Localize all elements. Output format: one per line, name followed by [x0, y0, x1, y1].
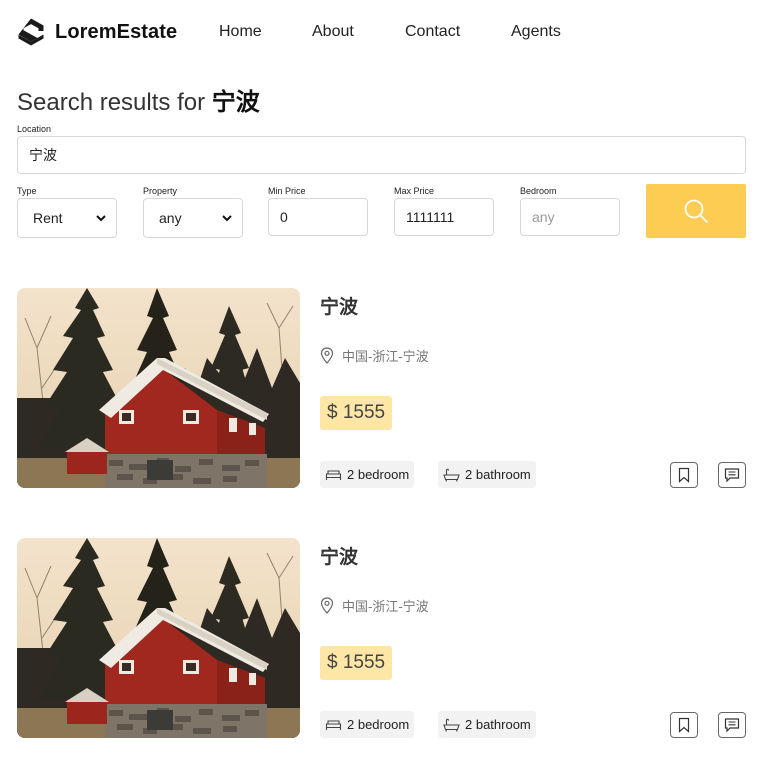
type-select[interactable]: Rent — [17, 198, 117, 238]
site-header: LoremEstate Home About Contact Agents — [0, 0, 765, 64]
type-label: Type — [17, 186, 37, 196]
bookmark-icon — [678, 467, 690, 483]
chevron-down-icon — [96, 215, 106, 222]
max-price-label: Max Price — [394, 186, 435, 196]
bedroom-count: 2 bedroom — [347, 467, 410, 482]
search-button[interactable] — [646, 184, 746, 238]
location-label: Location — [17, 124, 52, 134]
red-house-photo — [17, 288, 300, 488]
bathtub-icon — [443, 468, 460, 482]
min-price-input[interactable] — [268, 198, 368, 236]
price-badge: $ 1555 — [320, 396, 393, 430]
bathtub-icon — [443, 718, 460, 732]
listing-location-text: 中国-浙江-宁波 — [342, 599, 429, 614]
listing-title[interactable]: 宁波 — [320, 292, 358, 319]
nav-about[interactable]: About — [312, 23, 354, 41]
map-pin-icon — [320, 347, 334, 364]
title-query: 宁波 — [211, 89, 260, 116]
hexagon-s-logo-icon — [18, 18, 44, 46]
bathroom-count: 2 bathroom — [465, 467, 531, 482]
bed-icon — [325, 719, 342, 730]
brand-logo[interactable]: LoremEstate — [16, 16, 177, 48]
message-button[interactable] — [718, 462, 746, 488]
listing-location: 中国-浙江-宁波 — [320, 346, 429, 365]
nav-contact[interactable]: Contact — [405, 23, 460, 41]
chevron-down-icon — [222, 215, 232, 222]
title-prefix: Search results for — [17, 89, 212, 116]
listing-photo[interactable] — [17, 538, 300, 738]
listing-location: 中国-浙江-宁波 — [320, 596, 429, 615]
bathroom-feature: 2 bathroom — [438, 461, 536, 488]
max-price-input[interactable] — [394, 198, 494, 236]
listing-photo[interactable] — [17, 288, 300, 488]
map-pin-icon — [320, 597, 334, 614]
message-button[interactable] — [718, 712, 746, 738]
bedroom-count: 2 bedroom — [347, 717, 410, 732]
nav-home[interactable]: Home — [219, 23, 262, 41]
bedroom-feature: 2 bedroom — [320, 461, 415, 488]
bathroom-feature: 2 bathroom — [438, 711, 536, 738]
min-price-label: Min Price — [268, 186, 306, 196]
bedroom-input[interactable] — [520, 198, 620, 236]
listing-title[interactable]: 宁波 — [320, 542, 358, 569]
bed-icon — [325, 469, 342, 480]
page-title: Search results for 宁波 — [17, 82, 260, 117]
message-icon — [724, 718, 740, 733]
property-label: Property — [143, 186, 178, 196]
brand-name: LoremEstate — [55, 20, 178, 43]
property-select[interactable]: any — [143, 198, 243, 238]
bedroom-feature: 2 bedroom — [320, 711, 415, 738]
type-selected-value: Rent — [33, 210, 63, 226]
search-icon — [684, 199, 708, 223]
bookmark-button[interactable] — [670, 712, 698, 738]
property-selected-value: any — [159, 210, 182, 226]
red-house-photo — [17, 538, 300, 738]
location-input[interactable] — [17, 136, 746, 174]
bookmark-button[interactable] — [670, 462, 698, 488]
nav-agents[interactable]: Agents — [511, 23, 561, 41]
bookmark-icon — [678, 717, 690, 733]
bathroom-count: 2 bathroom — [465, 717, 531, 732]
message-icon — [724, 468, 740, 483]
listing-card: 宁波 中国-浙江-宁波 $ 1555 2 bedroom 2 bathroom — [0, 538, 765, 738]
bedroom-label: Bedroom — [520, 186, 557, 196]
listing-card: 宁波 中国-浙江-宁波 $ 1555 2 bedroom 2 bathroom — [0, 288, 765, 488]
listing-location-text: 中国-浙江-宁波 — [342, 349, 429, 364]
price-badge: $ 1555 — [320, 646, 393, 680]
